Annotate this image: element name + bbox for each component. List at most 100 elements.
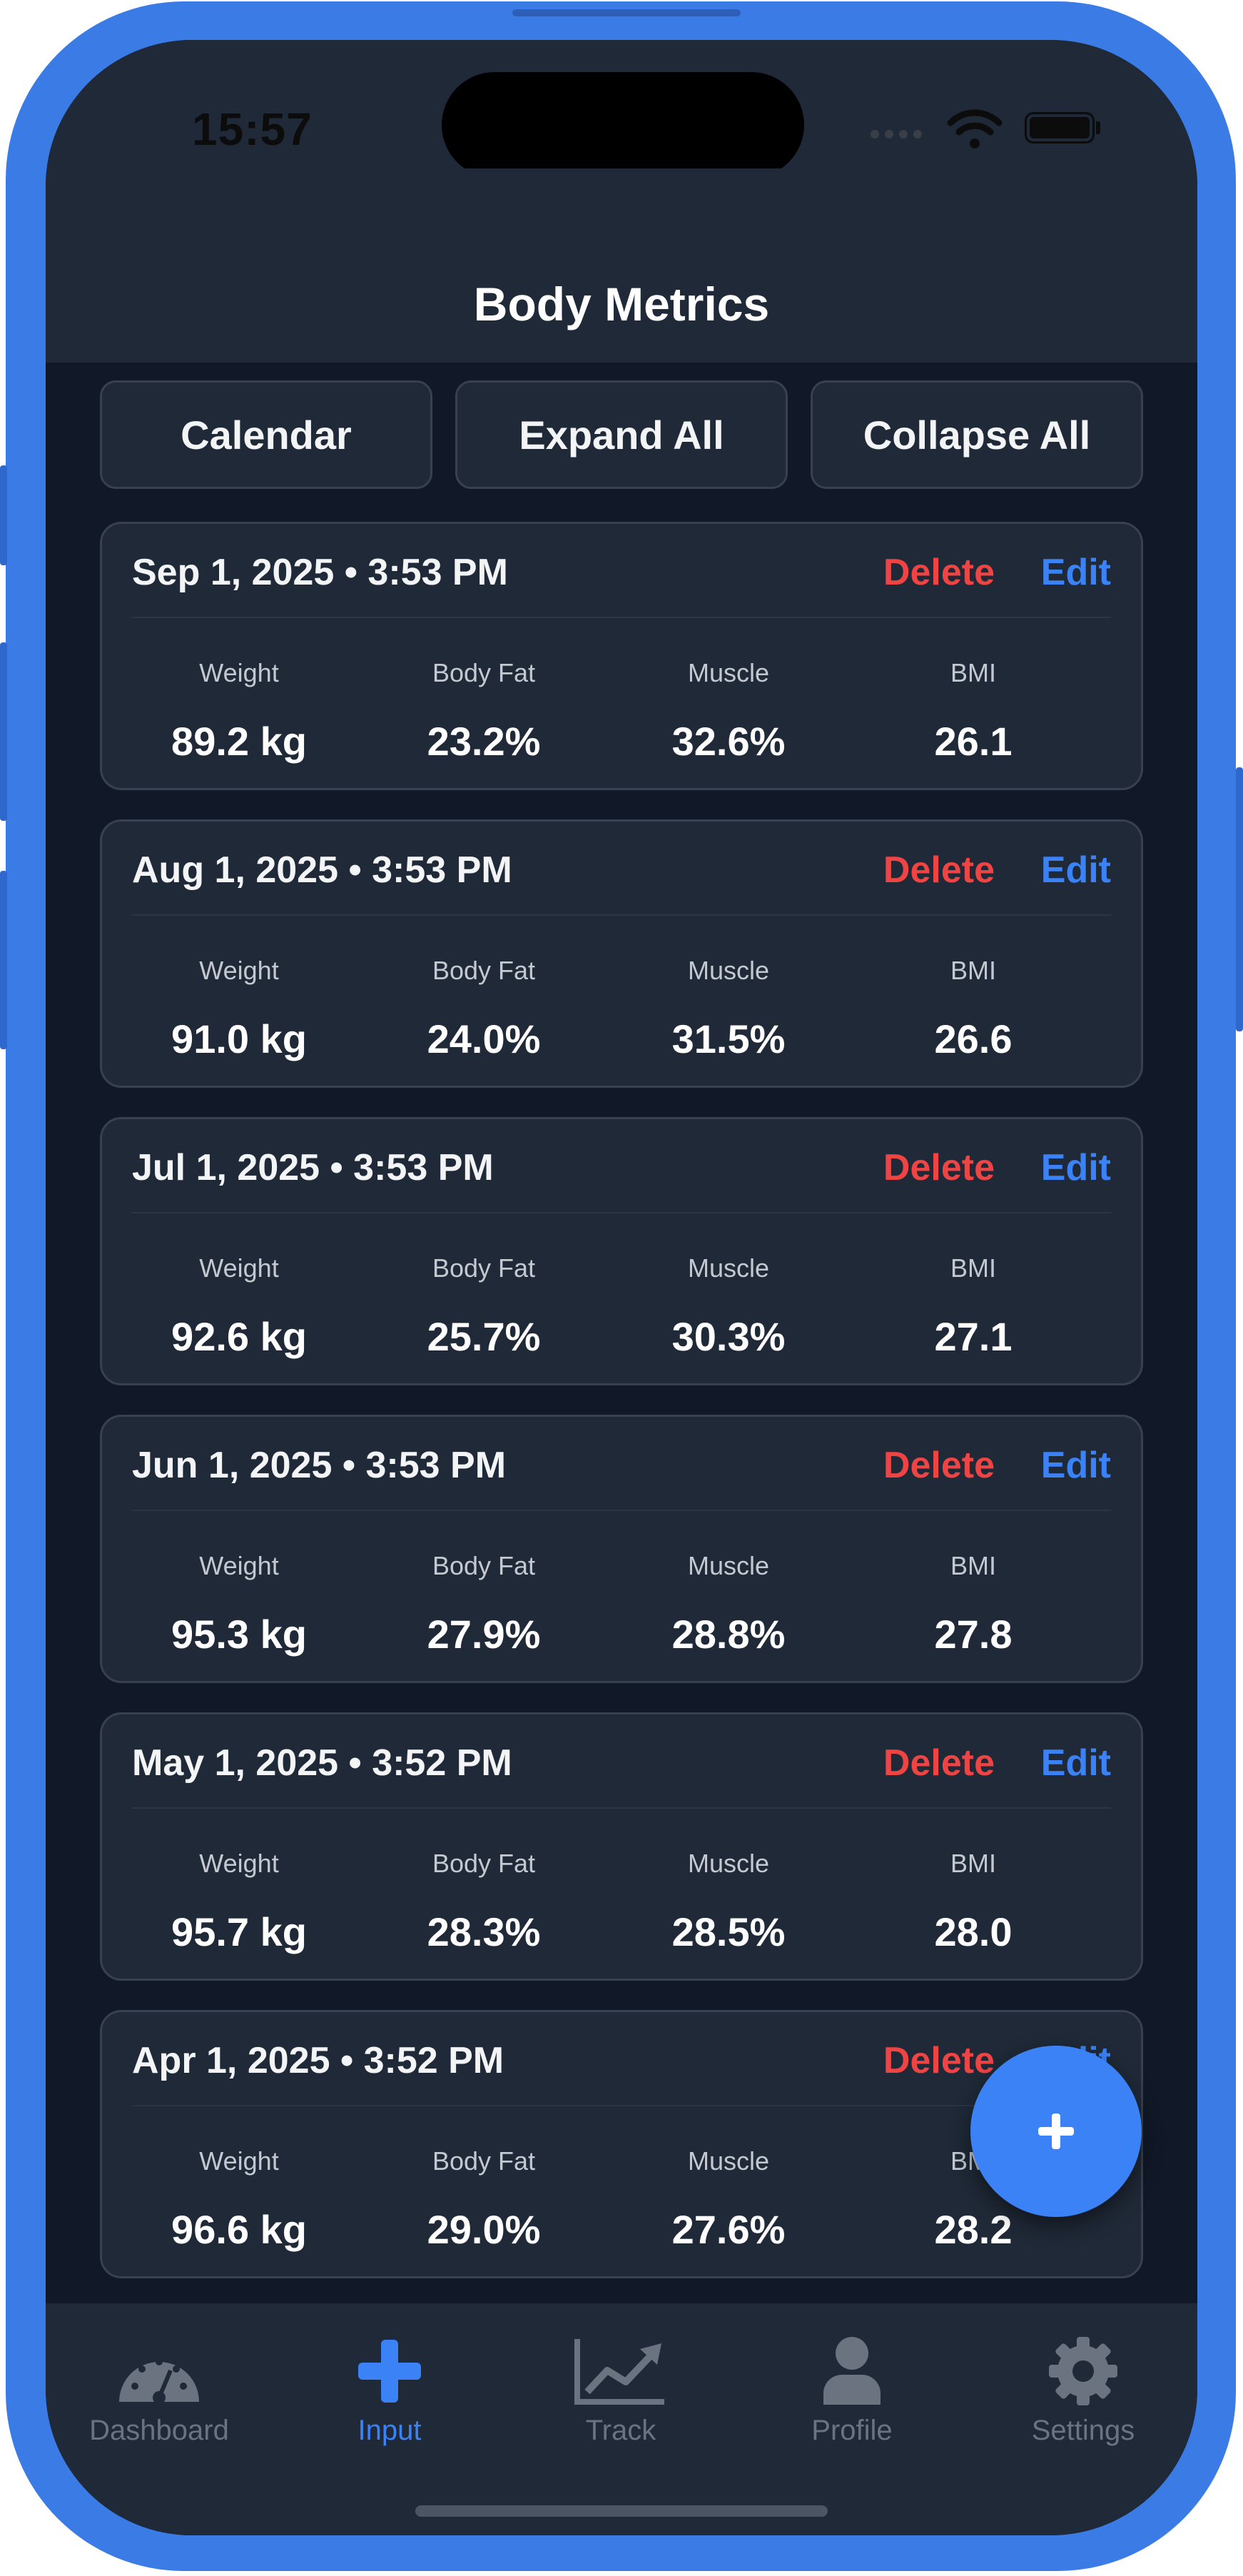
- metric-label: Body Fat: [432, 1849, 536, 1878]
- metric-muscle: Muscle 31.5%: [606, 956, 851, 1062]
- status-time: 15:57: [192, 103, 313, 155]
- metric-muscle: Muscle 32.6%: [606, 658, 851, 764]
- metric-muscle: Muscle 27.6%: [606, 2146, 851, 2253]
- tab-settings[interactable]: Settings: [976, 2332, 1190, 2447]
- edit-button[interactable]: Edit: [1041, 551, 1111, 594]
- add-entry-button[interactable]: [970, 2046, 1142, 2217]
- metric-value: 26.6: [934, 1016, 1013, 1061]
- metric-label: Weight: [199, 956, 279, 985]
- power-button: [1236, 767, 1243, 1031]
- delete-button[interactable]: Delete: [883, 2039, 995, 2082]
- metric-body-fat: Body Fat 28.3%: [361, 1849, 607, 1955]
- tab-track[interactable]: Track: [514, 2332, 728, 2447]
- metric-bmi: BMI 28.0: [851, 1849, 1096, 1955]
- user-icon: [823, 2337, 881, 2405]
- metric-value: 92.6 kg: [171, 1314, 307, 1359]
- card-divider: [132, 2105, 1111, 2106]
- metric-weight: Weight 91.0 kg: [116, 956, 362, 1062]
- metric-value: 23.2%: [427, 719, 541, 764]
- tab-label: Track: [585, 2415, 656, 2446]
- metric-label: BMI: [950, 1849, 996, 1878]
- dashboard-gauge-icon: [119, 2358, 199, 2403]
- tab-label: Profile: [811, 2415, 893, 2446]
- metric-value: 24.0%: [427, 1016, 541, 1061]
- delete-button[interactable]: Delete: [883, 1444, 995, 1487]
- metric-value: 28.5%: [671, 1909, 786, 1954]
- delete-button[interactable]: Delete: [883, 1146, 995, 1189]
- metric-value: 89.2 kg: [171, 719, 307, 764]
- entry-date: Apr 1, 2025 • 3:52 PM: [132, 2040, 504, 2081]
- entry-date: Jun 1, 2025 • 3:53 PM: [132, 1445, 507, 1486]
- plus-icon: [358, 2340, 421, 2403]
- metric-label: Weight: [199, 1849, 279, 1878]
- edit-button[interactable]: Edit: [1041, 1742, 1111, 1784]
- metric-value: 27.6%: [671, 2207, 786, 2252]
- metric-label: Body Fat: [432, 1551, 536, 1580]
- metric-label: BMI: [950, 1551, 996, 1580]
- metric-value: 95.3 kg: [171, 1612, 307, 1657]
- tab-profile[interactable]: Profile: [745, 2332, 959, 2447]
- delete-button[interactable]: Delete: [883, 551, 995, 594]
- metric-value: 28.3%: [427, 1909, 541, 1954]
- metric-value: 28.0: [934, 1909, 1013, 1954]
- metric-label: Weight: [199, 2146, 279, 2176]
- metric-label: Weight: [199, 658, 279, 687]
- metric-bmi: BMI 26.6: [851, 956, 1096, 1062]
- metric-weight: Weight 89.2 kg: [116, 658, 362, 764]
- metric-label: BMI: [950, 956, 996, 985]
- metric-value: 27.1: [934, 1314, 1013, 1359]
- metric-label: Muscle: [687, 1551, 770, 1580]
- metric-weight: Weight 95.7 kg: [116, 1849, 362, 1955]
- metric-label: Muscle: [687, 956, 770, 985]
- metric-value: 95.7 kg: [171, 1909, 307, 1954]
- delete-button[interactable]: Delete: [883, 1742, 995, 1784]
- edit-button[interactable]: Edit: [1041, 1444, 1111, 1487]
- entry-card[interactable]: Aug 1, 2025 • 3:53 PM Delete Edit Weight 91.…: [100, 819, 1143, 1088]
- entry-card[interactable]: Jul 1, 2025 • 3:53 PM Delete Edit Weight 92.…: [100, 1117, 1143, 1385]
- delete-button[interactable]: Delete: [883, 849, 995, 892]
- card-divider: [132, 1807, 1111, 1809]
- tab-dashboard[interactable]: Dashboard: [52, 2332, 266, 2447]
- app-screen: 15:57 Body Metrics Calendar Expand All C…: [46, 40, 1197, 2535]
- metric-value: 25.7%: [427, 1314, 541, 1359]
- metric-label: Muscle: [687, 1849, 770, 1878]
- entry-card[interactable]: May 1, 2025 • 3:52 PM Delete Edit Weight 95.…: [100, 1712, 1143, 1981]
- metric-value: 27.8: [934, 1612, 1013, 1657]
- page-title: Body Metrics: [473, 278, 770, 330]
- metric-value: 96.6 kg: [171, 2207, 307, 2252]
- metric-muscle: Muscle 28.8%: [606, 1551, 851, 1657]
- metric-label: Body Fat: [432, 2146, 536, 2176]
- metric-value: 29.0%: [427, 2207, 541, 2252]
- card-divider: [132, 617, 1111, 618]
- metric-label: BMI: [950, 658, 996, 687]
- calendar-button[interactable]: Calendar: [100, 380, 432, 489]
- metric-label: Weight: [199, 1551, 279, 1580]
- action-button: [0, 465, 7, 565]
- metric-bmi: BMI 26.1: [851, 658, 1096, 764]
- edit-button[interactable]: Edit: [1041, 1146, 1111, 1189]
- tab-label: Input: [357, 2415, 422, 2446]
- card-divider: [132, 1510, 1111, 1511]
- collapse-all-button[interactable]: Collapse All: [811, 380, 1143, 489]
- entry-card[interactable]: Jun 1, 2025 • 3:53 PM Delete Edit Weight 95.…: [100, 1415, 1143, 1683]
- metric-body-fat: Body Fat 27.9%: [361, 1551, 607, 1657]
- expand-all-button[interactable]: Expand All: [455, 380, 788, 489]
- metric-weight: Weight 95.3 kg: [116, 1551, 362, 1657]
- metric-muscle: Muscle 28.5%: [606, 1849, 851, 1955]
- card-divider: [132, 1212, 1111, 1213]
- metric-body-fat: Body Fat 29.0%: [361, 2146, 607, 2253]
- metric-value: 28.8%: [671, 1612, 786, 1657]
- entry-date: Jul 1, 2025 • 3:53 PM: [132, 1147, 494, 1188]
- tab-label: Settings: [1031, 2415, 1135, 2446]
- metric-body-fat: Body Fat 23.2%: [361, 658, 607, 764]
- metric-label: Muscle: [687, 658, 770, 687]
- plus-icon: [1038, 2113, 1074, 2149]
- dynamic-island: [442, 72, 804, 178]
- metric-value: 91.0 kg: [171, 1016, 307, 1061]
- entry-card[interactable]: Sep 1, 2025 • 3:53 PM Delete Edit Weight 89.…: [100, 522, 1143, 790]
- metric-body-fat: Body Fat 25.7%: [361, 1253, 607, 1360]
- metric-label: BMI: [950, 1253, 996, 1283]
- tab-input[interactable]: Input: [283, 2332, 497, 2447]
- metric-bmi: BMI 27.8: [851, 1551, 1096, 1657]
- edit-button[interactable]: Edit: [1041, 849, 1111, 892]
